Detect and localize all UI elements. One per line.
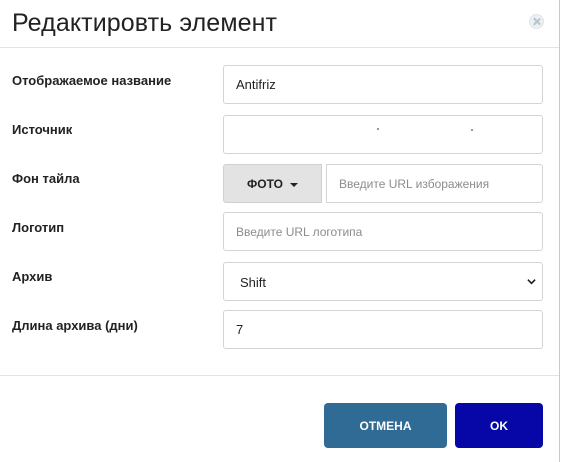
archive-select[interactable]: Shift	[223, 262, 543, 301]
footer-divider	[0, 375, 559, 376]
caret-down-icon	[289, 182, 298, 187]
image-url-placeholder: Введите URL изборажения	[339, 177, 490, 191]
image-type-label: ФОТО	[247, 176, 283, 191]
logo-label: Логотип	[12, 220, 65, 235]
archive-length-label: Длина архива (дни)	[12, 318, 138, 333]
display-name-input[interactable]: Antifriz	[223, 65, 543, 104]
archive-selected-value: Shift	[240, 275, 267, 290]
tile-background-label: Фон тайла	[12, 171, 80, 186]
logo-url-placeholder: Введите URL логотипа	[236, 225, 363, 239]
logo-url-input[interactable]: Введите URL логотипа	[223, 212, 543, 251]
dialog-title: Редактировть элемент	[12, 9, 278, 37]
source-label: Источник	[12, 122, 73, 137]
archive-length-input[interactable]: 7	[223, 310, 543, 349]
cancel-button[interactable]: ОТМЕНА	[324, 403, 447, 448]
source-speck	[471, 129, 473, 131]
close-icon[interactable]	[529, 14, 544, 29]
chevron-down-icon	[527, 279, 536, 285]
edit-element-dialog: Редактировть элемент Отображаемое назван…	[0, 0, 560, 462]
image-url-input[interactable]: Введите URL изборажения	[326, 164, 543, 203]
display-name-label: Отображаемое название	[12, 73, 172, 88]
archive-label: Архив	[12, 269, 53, 284]
dialog-header: Редактировть элемент	[0, 0, 559, 48]
image-type-dropdown-button[interactable]: ФОТО	[223, 164, 322, 203]
source-speck	[377, 128, 379, 130]
source-input[interactable]	[223, 115, 543, 154]
ok-button[interactable]: OK	[455, 403, 543, 448]
